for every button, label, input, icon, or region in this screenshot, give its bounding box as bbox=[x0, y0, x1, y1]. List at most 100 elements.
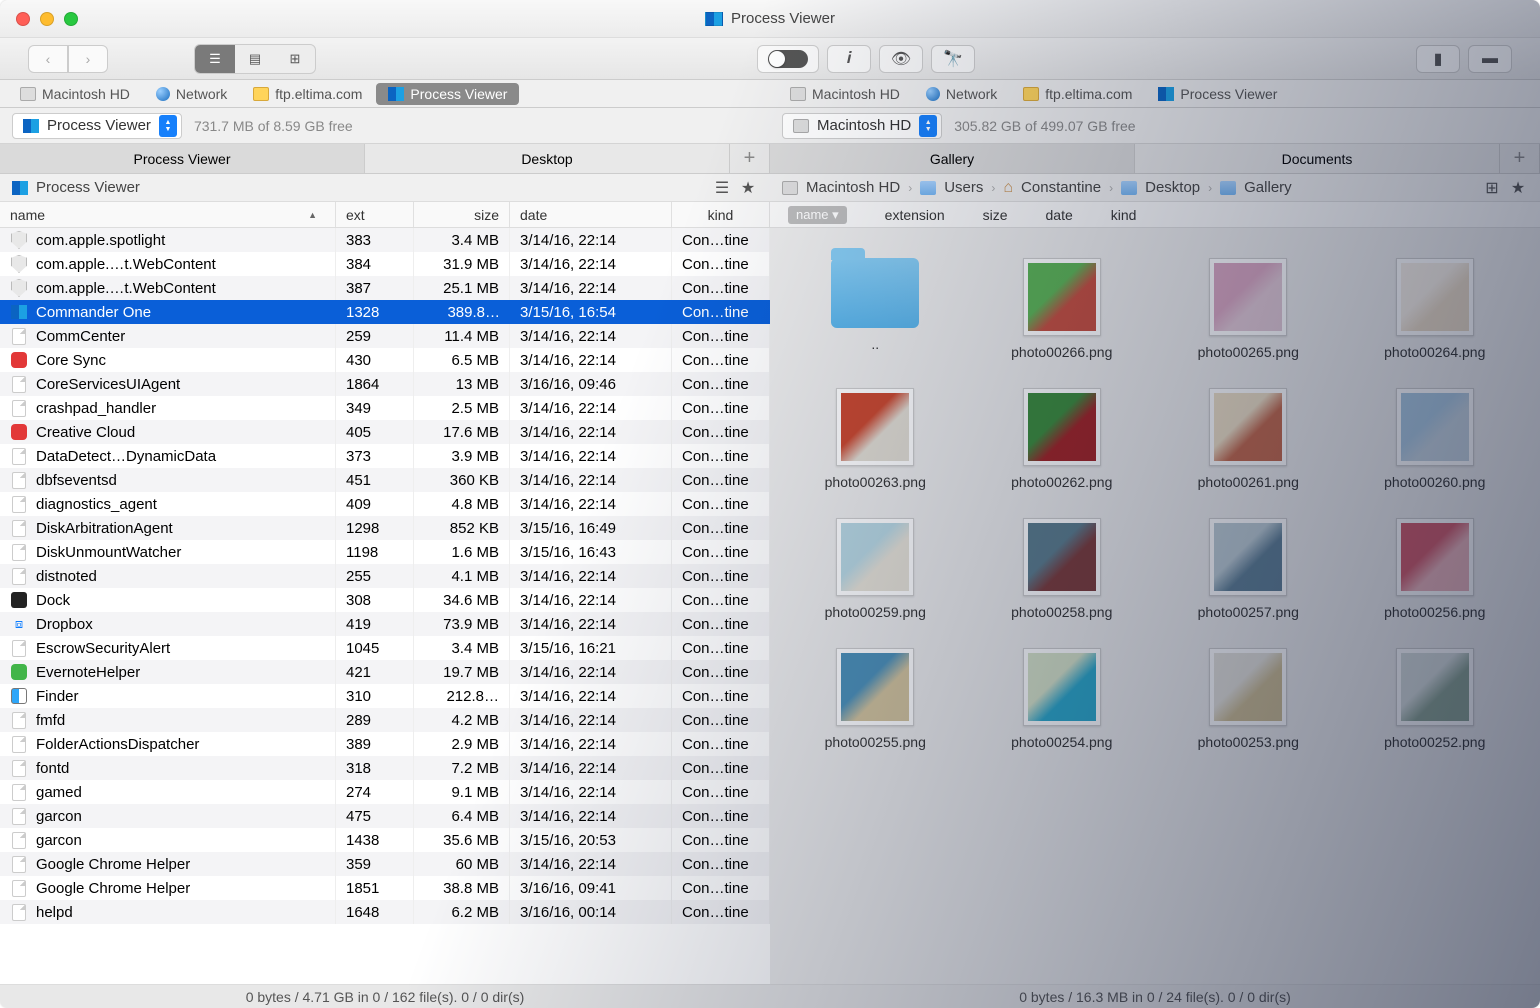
gallery-item[interactable]: photo00263.png bbox=[790, 388, 961, 490]
gallery-item[interactable]: photo00253.png bbox=[1163, 648, 1334, 750]
pane-tab[interactable]: Process Viewer bbox=[376, 83, 519, 105]
grid-mode-icon[interactable]: ⊞ bbox=[1482, 179, 1502, 197]
table-row[interactable]: ⧈Dropbox41973.9 MB3/14/16, 22:14Con…tine bbox=[0, 612, 770, 636]
table-row[interactable]: DataDetect…DynamicData3733.9 MB3/14/16, … bbox=[0, 444, 770, 468]
table-row[interactable]: crashpad_handler3492.5 MB3/14/16, 22:14C… bbox=[0, 396, 770, 420]
table-row[interactable]: Dock30834.6 MB3/14/16, 22:14Con…tine bbox=[0, 588, 770, 612]
minimize-button[interactable] bbox=[40, 12, 54, 26]
breadcrumb-item[interactable]: Desktop bbox=[1145, 179, 1200, 196]
gallery-item[interactable]: photo00254.png bbox=[977, 648, 1148, 750]
table-row[interactable]: dbfseventsd451360 KB3/14/16, 22:14Con…ti… bbox=[0, 468, 770, 492]
gallery-item[interactable]: photo00261.png bbox=[1163, 388, 1334, 490]
col-name[interactable]: name▲ bbox=[0, 202, 336, 227]
breadcrumb-item[interactable]: Gallery bbox=[1244, 179, 1292, 196]
gallery-item[interactable]: photo00264.png bbox=[1350, 258, 1521, 360]
gallery-item[interactable]: photo00258.png bbox=[977, 518, 1148, 620]
view-columns-button[interactable]: ▤ bbox=[235, 45, 275, 73]
table-row[interactable]: Google Chrome Helper185138.8 MB3/16/16, … bbox=[0, 876, 770, 900]
pane-tab[interactable]: Macintosh HD bbox=[778, 83, 912, 105]
col-kind[interactable]: kind bbox=[1101, 202, 1147, 227]
breadcrumb-item[interactable]: Users bbox=[944, 179, 983, 196]
file-date: 3/14/16, 22:14 bbox=[510, 348, 672, 372]
table-row[interactable]: CoreServicesUIAgent186413 MB3/16/16, 09:… bbox=[0, 372, 770, 396]
back-button[interactable]: ‹ bbox=[28, 45, 68, 73]
col-ext[interactable]: ext bbox=[336, 202, 414, 227]
table-row[interactable]: Creative Cloud40517.6 MB3/14/16, 22:14Co… bbox=[0, 420, 770, 444]
pane-tab[interactable]: Macintosh HD bbox=[8, 83, 142, 105]
favorite-icon[interactable]: ★ bbox=[1508, 179, 1528, 197]
gallery-item[interactable]: photo00255.png bbox=[790, 648, 961, 750]
left-breadcrumb-label[interactable]: Process Viewer bbox=[36, 179, 140, 196]
left-file-list[interactable]: com.apple.spotlight3833.4 MB3/14/16, 22:… bbox=[0, 228, 770, 984]
mode-toggle[interactable] bbox=[757, 45, 819, 73]
pane-tab[interactable]: Network bbox=[914, 83, 1009, 105]
table-row[interactable]: distnoted2554.1 MB3/14/16, 22:14Con…tine bbox=[0, 564, 770, 588]
table-row[interactable]: gamed2749.1 MB3/14/16, 22:14Con…tine bbox=[0, 780, 770, 804]
preview-button[interactable]: 👁 bbox=[879, 45, 923, 73]
left-panel-tab-active[interactable]: Process Viewer bbox=[0, 144, 365, 174]
forward-button[interactable]: › bbox=[68, 45, 108, 73]
table-row[interactable]: helpd16486.2 MB3/16/16, 00:14Con…tine bbox=[0, 900, 770, 924]
file-ext: 255 bbox=[336, 564, 414, 588]
col-kind[interactable]: kind bbox=[672, 202, 770, 227]
table-row[interactable]: CommCenter25911.4 MB3/14/16, 22:14Con…ti… bbox=[0, 324, 770, 348]
pane-tab[interactable]: ftp.eltima.com bbox=[241, 83, 374, 105]
table-row[interactable]: DiskArbitrationAgent1298852 KB3/15/16, 1… bbox=[0, 516, 770, 540]
table-row[interactable]: EvernoteHelper42119.7 MB3/14/16, 22:14Co… bbox=[0, 660, 770, 684]
table-row[interactable]: Finder310212.8…3/14/16, 22:14Con…tine bbox=[0, 684, 770, 708]
col-ext[interactable]: extension bbox=[875, 202, 955, 227]
table-row[interactable]: DiskUnmountWatcher11981.6 MB3/15/16, 16:… bbox=[0, 540, 770, 564]
table-row[interactable]: diagnostics_agent4094.8 MB3/14/16, 22:14… bbox=[0, 492, 770, 516]
col-size[interactable]: size bbox=[414, 202, 510, 227]
gallery-item[interactable]: photo00265.png bbox=[1163, 258, 1334, 360]
view-grid-button[interactable]: ⊞ bbox=[275, 45, 315, 73]
close-button[interactable] bbox=[16, 12, 30, 26]
gallery-item[interactable]: photo00256.png bbox=[1350, 518, 1521, 620]
table-row[interactable]: com.apple.…t.WebContent38431.9 MB3/14/16… bbox=[0, 252, 770, 276]
gallery-item[interactable]: .. bbox=[790, 258, 961, 360]
table-row[interactable]: Google Chrome Helper35960 MB3/14/16, 22:… bbox=[0, 852, 770, 876]
left-panel-tab-inactive[interactable]: Desktop bbox=[365, 144, 730, 174]
table-row[interactable]: com.apple.…t.WebContent38725.1 MB3/14/16… bbox=[0, 276, 770, 300]
archive-button[interactable]: ▮ bbox=[1416, 45, 1460, 73]
table-row[interactable]: Core Sync4306.5 MB3/14/16, 22:14Con…tine bbox=[0, 348, 770, 372]
table-row[interactable]: FolderActionsDispatcher3892.9 MB3/14/16,… bbox=[0, 732, 770, 756]
gallery-item[interactable]: photo00260.png bbox=[1350, 388, 1521, 490]
gallery-item[interactable]: photo00252.png bbox=[1350, 648, 1521, 750]
right-panel-tab-active[interactable]: Gallery bbox=[770, 144, 1135, 174]
view-list-button[interactable]: ☰ bbox=[195, 45, 235, 73]
gallery-item[interactable]: photo00262.png bbox=[977, 388, 1148, 490]
info-button[interactable]: 𝒊 bbox=[827, 45, 871, 73]
gallery-item[interactable]: photo00259.png bbox=[790, 518, 961, 620]
table-row[interactable]: fontd3187.2 MB3/14/16, 22:14Con…tine bbox=[0, 756, 770, 780]
breadcrumb-item[interactable]: Macintosh HD bbox=[806, 179, 900, 196]
left-location-select[interactable]: Process Viewer ▲▼ bbox=[12, 113, 182, 139]
left-add-tab-button[interactable]: + bbox=[730, 144, 770, 174]
pane-tab[interactable]: ftp.eltima.com bbox=[1011, 83, 1144, 105]
right-add-tab-button[interactable]: + bbox=[1500, 144, 1540, 174]
gallery-item[interactable]: photo00257.png bbox=[1163, 518, 1334, 620]
col-size[interactable]: size bbox=[973, 202, 1018, 227]
connect-button[interactable]: ▬ bbox=[1468, 45, 1512, 73]
breadcrumb-item[interactable]: Constantine bbox=[1021, 179, 1101, 196]
pane-tab[interactable]: Process Viewer bbox=[1146, 83, 1289, 105]
gallery-item[interactable]: photo00266.png bbox=[977, 258, 1148, 360]
right-gallery-pane[interactable]: ..photo00266.pngphoto00265.pngphoto00264… bbox=[770, 228, 1540, 984]
binoculars-button[interactable]: 🔭 bbox=[931, 45, 975, 73]
table-row[interactable]: fmfd2894.2 MB3/14/16, 22:14Con…tine bbox=[0, 708, 770, 732]
table-row[interactable]: garcon143835.6 MB3/15/16, 20:53Con…tine bbox=[0, 828, 770, 852]
table-row[interactable]: EscrowSecurityAlert10453.4 MB3/15/16, 16… bbox=[0, 636, 770, 660]
favorite-icon[interactable]: ★ bbox=[738, 179, 758, 197]
pane-tab[interactable]: Network bbox=[144, 83, 239, 105]
table-row[interactable]: com.apple.spotlight3833.4 MB3/14/16, 22:… bbox=[0, 228, 770, 252]
col-date[interactable]: date bbox=[1036, 202, 1083, 227]
table-row[interactable]: garcon4756.4 MB3/14/16, 22:14Con…tine bbox=[0, 804, 770, 828]
col-date[interactable]: date bbox=[510, 202, 672, 227]
file-size: 6.5 MB bbox=[414, 348, 510, 372]
right-location-select[interactable]: Macintosh HD ▲▼ bbox=[782, 113, 942, 139]
maximize-button[interactable] bbox=[64, 12, 78, 26]
table-row[interactable]: Commander One1328389.8…3/15/16, 16:54Con… bbox=[0, 300, 770, 324]
list-mode-icon[interactable]: ☰ bbox=[712, 179, 732, 197]
col-name[interactable]: name ▾ bbox=[778, 202, 857, 227]
right-panel-tab-inactive[interactable]: Documents bbox=[1135, 144, 1500, 174]
